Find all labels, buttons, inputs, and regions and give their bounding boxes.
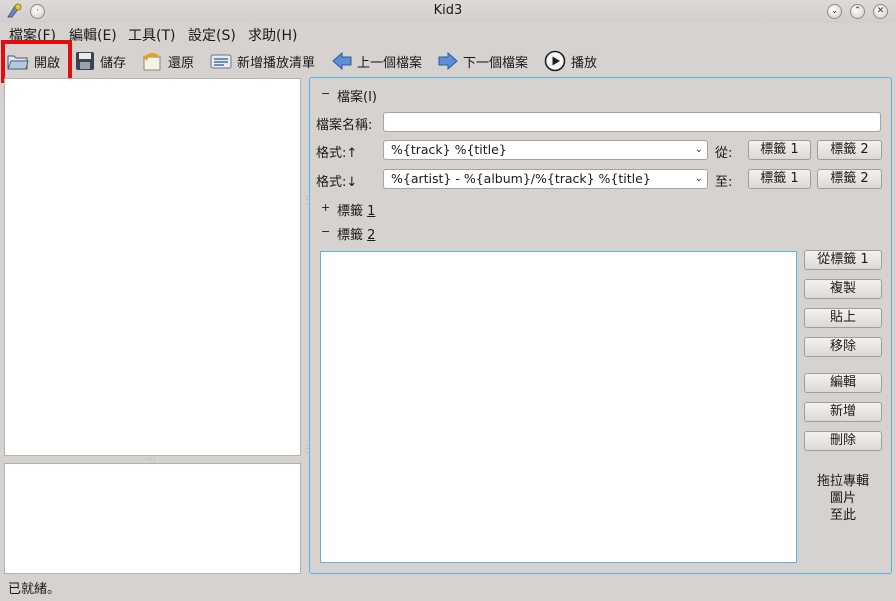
format-up-combo[interactable]: %{track} %{title} ⌄	[383, 140, 708, 160]
revert-icon	[143, 52, 161, 71]
save-button[interactable]: 儲存	[75, 48, 126, 74]
add-button[interactable]: 新增	[804, 402, 882, 422]
menu-bar: 檔案(F) 編輯(E) 工具(T) 設定(S) 求助(H)	[0, 23, 896, 45]
revert-label: 還原	[168, 55, 195, 71]
chevron-down-icon: ⌄	[694, 144, 703, 155]
menu-settings[interactable]: 設定(S)	[188, 25, 236, 45]
highlight-box	[1, 40, 72, 83]
arrow-left-icon	[332, 51, 352, 71]
new-playlist-button[interactable]: 新增播放清單	[210, 48, 315, 74]
format-down-value: %{artist} - %{album}/%{track} %{title}	[391, 171, 651, 186]
save-icon	[76, 52, 94, 70]
minimize-icon[interactable]: ⌄	[827, 4, 842, 19]
collapse-file-icon[interactable]: −	[321, 88, 330, 99]
tag2-number: 2	[367, 228, 376, 243]
previous-file-label: 上一個檔案	[357, 55, 423, 71]
play-label: 播放	[571, 55, 598, 71]
to-label: 至:	[715, 175, 733, 190]
tag2-section-header[interactable]: 標籤 2	[337, 224, 375, 243]
tag2-frames-table[interactable]	[320, 251, 797, 563]
title-bar: · Kid3 ⌄ ⌃ ✕	[0, 0, 896, 23]
next-file-button[interactable]: 下一個檔案	[438, 48, 528, 74]
file-section-header[interactable]: 檔案(I)	[337, 86, 377, 105]
status-text: 已就緒。	[8, 582, 61, 597]
edit-button[interactable]: 編輯	[804, 373, 882, 393]
tag1-label: 標籤	[337, 204, 364, 219]
playlist-icon	[210, 54, 232, 69]
collapse-tag2-icon[interactable]: −	[321, 226, 330, 237]
from-tag2-button[interactable]: 標籤 2	[817, 140, 882, 160]
from-tag1-copy-button[interactable]: 從標籤 1	[804, 250, 882, 270]
menu-edit[interactable]: 編輯(E)	[69, 25, 117, 45]
arrow-right-icon	[438, 51, 458, 71]
from-tag1-button[interactable]: 標籤 1	[748, 140, 811, 160]
cover-drop-line: 拖拉專輯	[816, 474, 869, 489]
cover-drop-area[interactable]: 拖拉專輯 圖片 至此	[804, 473, 882, 524]
new-playlist-label: 新增播放清單	[237, 55, 316, 71]
menu-help[interactable]: 求助(H)	[248, 25, 297, 45]
cover-drop-line: 圖片	[829, 491, 856, 506]
chevron-down-icon: ⌄	[694, 173, 703, 184]
window-title: Kid3	[433, 3, 463, 18]
close-icon[interactable]: ✕	[873, 4, 888, 19]
copy-button[interactable]: 複製	[804, 279, 882, 299]
play-button[interactable]: 播放	[544, 48, 597, 74]
tag1-number: 1	[367, 204, 376, 219]
menu-tools[interactable]: 工具(T)	[128, 25, 175, 45]
status-bar: 已就緒。	[0, 575, 896, 601]
paste-button[interactable]: 貼上	[804, 308, 882, 328]
to-tag1-button[interactable]: 標籤 1	[748, 169, 811, 189]
next-file-label: 下一個檔案	[463, 55, 529, 71]
delete-button[interactable]: 刪除	[804, 431, 882, 451]
cover-drop-line: 至此	[829, 508, 856, 523]
to-tag2-button[interactable]: 標籤 2	[817, 169, 882, 189]
maximize-icon[interactable]: ⌃	[850, 4, 865, 19]
format-up-label: 格式:↑	[316, 146, 358, 161]
filename-field[interactable]	[383, 112, 881, 132]
remove-button[interactable]: 移除	[804, 337, 882, 357]
revert-button[interactable]: 還原	[141, 48, 194, 74]
expand-tag1-icon[interactable]: +	[321, 202, 330, 213]
from-label: 從:	[715, 146, 733, 161]
format-down-combo[interactable]: %{artist} - %{album}/%{track} %{title} ⌄	[383, 169, 708, 189]
directory-list-panel[interactable]	[4, 463, 301, 574]
tag1-section-header[interactable]: 標籤 1	[337, 200, 375, 219]
tag2-label: 標籤	[337, 228, 364, 243]
format-down-label: 格式:↓	[316, 175, 358, 190]
toolbar: 開啟 儲存 還原 新增播放清單 上一個檔案 下一個檔案 播放	[0, 45, 896, 75]
filename-label: 檔案名稱:	[316, 118, 373, 133]
file-list-panel[interactable]	[4, 78, 301, 456]
play-icon	[544, 50, 566, 72]
format-up-value: %{track} %{title}	[391, 142, 507, 157]
previous-file-button[interactable]: 上一個檔案	[332, 48, 422, 74]
save-label: 儲存	[100, 55, 127, 71]
